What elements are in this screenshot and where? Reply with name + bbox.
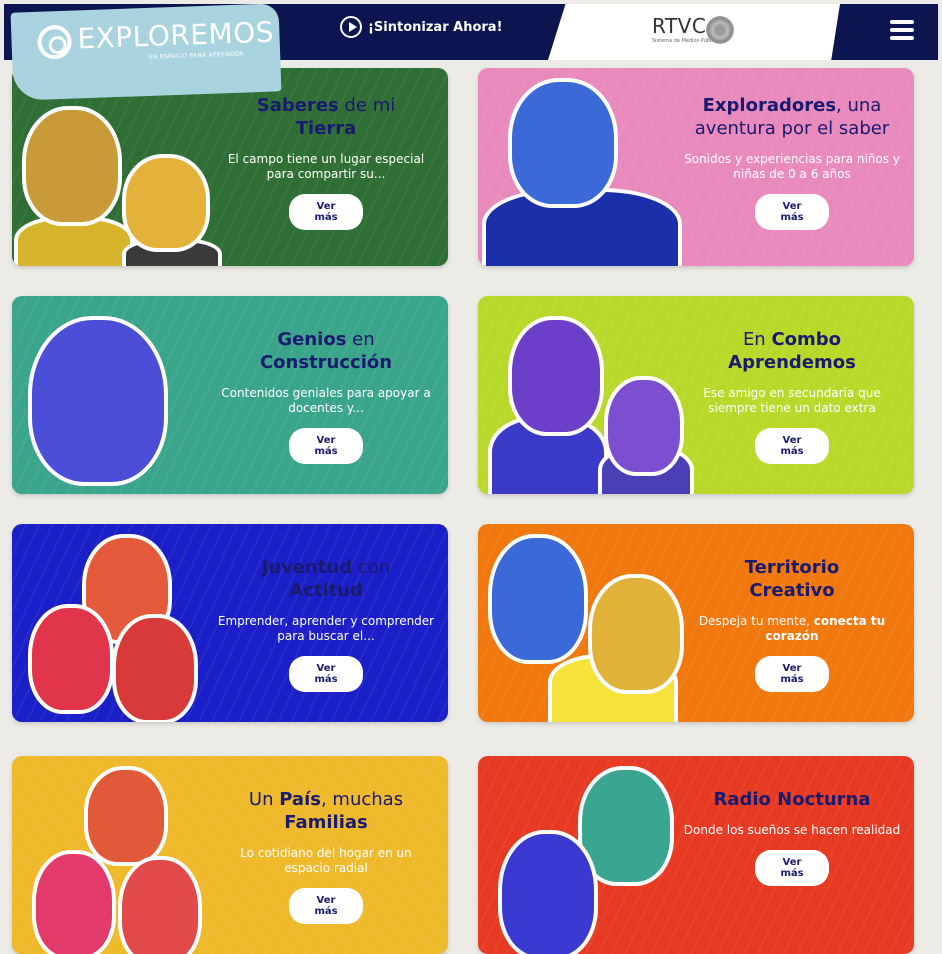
ver-mas-button[interactable]: Ver más [289,194,363,230]
card-territorio[interactable]: Territorio Creativo Despeja tu mente, con… [478,524,914,722]
ver-mas-button[interactable]: Ver más [755,194,829,230]
card-photo [478,756,705,954]
ver-mas-button[interactable]: Ver más [289,428,363,464]
card-un-pais[interactable]: Un País, muchas Familias Lo cotidiano del… [12,756,448,954]
card-title: Radio Nocturna [713,789,871,810]
card-exploradores[interactable]: Exploradores, una aventura por el saber … [478,68,914,266]
card-description: Emprender, aprender y comprender para bu… [217,614,435,643]
ver-mas-button[interactable]: Ver más [289,888,363,924]
card-title: Territorio Creativo [744,557,840,601]
card-description: Lo cotidiano del hogar en un espacio rad… [240,846,412,875]
card-description: Despeja tu mente, conecta tu corazón [698,614,886,643]
card-photo [12,296,239,494]
card-photo [12,524,239,722]
card-description: Ese amigo en secundaria que siempre tien… [703,386,881,415]
play-icon [340,16,362,38]
card-title: En Combo Aprendemos [728,329,856,373]
card-title: Juventud con Actitud [261,557,391,601]
ver-mas-button[interactable]: Ver más [755,428,829,464]
listen-now-button[interactable]: ¡Sintonizar Ahora! [340,16,503,38]
ver-mas-button[interactable]: Ver más [755,850,829,886]
card-photo [12,756,239,954]
card-genios[interactable]: Genios en Construcción Contenidos genial… [12,296,448,494]
spiral-icon [37,24,73,60]
hamburger-menu-icon[interactable] [890,20,914,40]
card-description: El campo tiene un lugar especial para co… [227,152,425,181]
logo-text: EXPLOREMOS [76,15,275,56]
card-photo [478,524,705,722]
card-title: Un País, muchas Familias [248,789,404,833]
card-combo-aprendemos[interactable]: En Combo Aprendemos Ese amigo en secundar… [478,296,914,494]
card-radio-nocturna[interactable]: Radio Nocturna Donde los sueños se hacen… [478,756,914,954]
ver-mas-button[interactable]: Ver más [289,656,363,692]
rtvc-logo: RTVC [652,14,707,38]
card-title: Genios en Construcción [259,329,393,373]
rtvc-globe-icon [706,16,734,44]
listen-now-label: ¡Sintonizar Ahora! [368,19,503,35]
card-photo [478,68,705,266]
card-description: Contenidos geniales para apoyar a docent… [221,386,431,415]
site-logo[interactable]: EXPLOREMOS UN ESPACIO PARA APRENDER [10,3,282,101]
card-photo [478,296,705,494]
ver-mas-button[interactable]: Ver más [755,656,829,692]
card-juventud[interactable]: Juventud con Actitud Emprender, aprender… [12,524,448,722]
card-title: Saberes de mi Tierra [256,95,396,139]
card-title: Exploradores, una aventura por el saber [694,95,890,139]
card-description: Sonidos y experiencias para niños y niña… [684,152,900,181]
card-description: Donde los sueños se hacen realidad [683,823,901,837]
